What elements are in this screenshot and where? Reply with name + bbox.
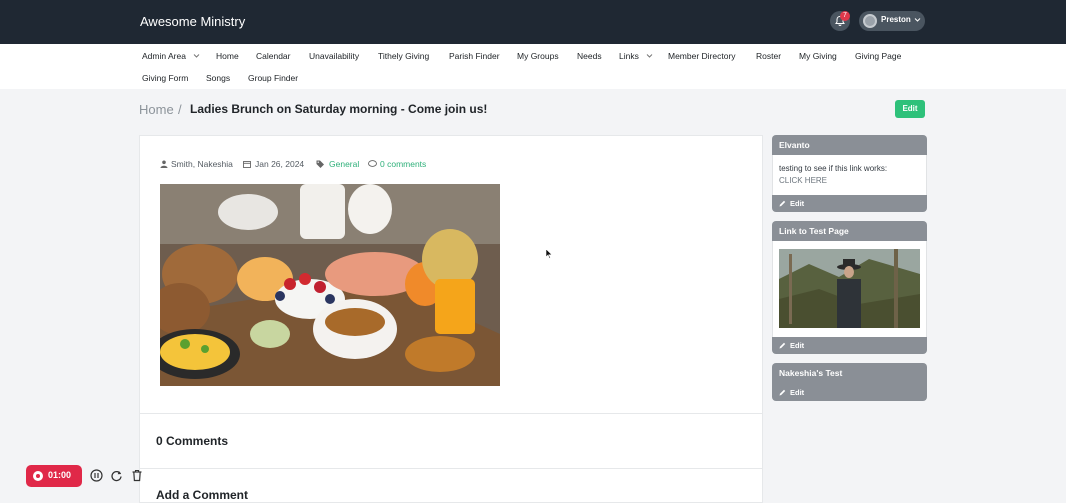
nav-item-needs[interactable]: Needs bbox=[577, 51, 602, 61]
brand-name[interactable]: Awesome Ministry bbox=[140, 14, 245, 29]
comments-icon bbox=[368, 160, 377, 167]
pencil-icon bbox=[779, 342, 786, 349]
chevron-down-icon[interactable] bbox=[646, 52, 653, 59]
widget-edit-button[interactable]: Edit bbox=[772, 337, 927, 354]
widget-edit-button[interactable]: Edit bbox=[772, 384, 927, 401]
widget-title: Elvanto bbox=[772, 135, 927, 155]
add-comment-heading: Add a Comment bbox=[156, 488, 249, 502]
nav-item-giving-page[interactable]: Giving Page bbox=[855, 51, 901, 61]
widget-body bbox=[772, 155, 927, 195]
pause-icon[interactable] bbox=[90, 469, 103, 482]
breadcrumb-home[interactable]: Home bbox=[139, 102, 174, 117]
nav-item-links[interactable]: Links bbox=[619, 51, 639, 61]
nav-item-songs[interactable]: Songs bbox=[206, 73, 230, 83]
mouse-cursor bbox=[545, 246, 553, 264]
pencil-icon bbox=[779, 389, 786, 396]
post-category-link[interactable]: General bbox=[329, 159, 359, 169]
widget-title: Nakeshia's Test bbox=[772, 363, 927, 385]
recording-indicator[interactable]: 01:00 bbox=[26, 465, 82, 487]
trash-icon[interactable] bbox=[131, 469, 143, 482]
post-image bbox=[160, 184, 500, 386]
nav-item-admin-area[interactable]: Admin Area bbox=[142, 51, 186, 61]
widget-image[interactable] bbox=[779, 249, 920, 328]
post-date: Jan 26, 2024 bbox=[255, 159, 305, 169]
user-icon bbox=[160, 160, 168, 168]
widget-edit-button[interactable]: Edit bbox=[772, 195, 927, 212]
calendar-icon bbox=[243, 161, 251, 168]
page-title: Ladies Brunch on Saturday morning - Come… bbox=[190, 102, 488, 116]
nav-item-home[interactable]: Home bbox=[216, 51, 239, 61]
nav-item-roster[interactable]: Roster bbox=[756, 51, 781, 61]
user-menu-button[interactable]: Preston bbox=[859, 11, 925, 31]
tags-icon bbox=[316, 160, 324, 168]
nav-item-my-groups[interactable]: My Groups bbox=[517, 51, 559, 61]
chevron-down-icon bbox=[914, 18, 921, 22]
widget-edit-label: Edit bbox=[790, 388, 805, 397]
widget-title: Link to Test Page bbox=[772, 221, 927, 241]
breadcrumb-separator: / bbox=[178, 102, 182, 117]
widget-edit-label: Edit bbox=[790, 341, 805, 350]
pencil-icon bbox=[779, 200, 786, 207]
restart-icon[interactable] bbox=[110, 469, 123, 482]
user-name: Preston bbox=[881, 15, 911, 24]
nav-item-my-giving[interactable]: My Giving bbox=[799, 51, 837, 61]
edit-page-button[interactable]: Edit bbox=[895, 100, 925, 118]
record-icon bbox=[33, 471, 43, 481]
chevron-down-icon[interactable] bbox=[193, 52, 200, 59]
nav-item-unavailability[interactable]: Unavailability bbox=[309, 51, 359, 61]
nav-item-parish-finder[interactable]: Parish Finder bbox=[449, 51, 500, 61]
post-comments-link[interactable]: 0 comments bbox=[380, 159, 426, 169]
recording-timer: 01:00 bbox=[48, 470, 72, 480]
widget-text: testing to see if this link works: bbox=[779, 164, 888, 173]
post-author: Smith, Nakeshia bbox=[171, 159, 233, 169]
widget-edit-label: Edit bbox=[790, 199, 805, 208]
avatar bbox=[863, 14, 877, 28]
nav-item-calendar[interactable]: Calendar bbox=[256, 51, 291, 61]
section-divider bbox=[139, 413, 763, 414]
nav-item-member-directory[interactable]: Member Directory bbox=[668, 51, 736, 61]
nav-item-tithely-giving[interactable]: Tithely Giving bbox=[378, 51, 429, 61]
nav-item-group-finder[interactable]: Group Finder bbox=[248, 73, 298, 83]
nav-item-giving-form[interactable]: Giving Form bbox=[142, 73, 188, 83]
comments-heading: 0 Comments bbox=[156, 434, 229, 448]
widget-link[interactable]: CLICK HERE bbox=[779, 176, 827, 185]
section-divider bbox=[139, 468, 763, 469]
notification-badge: 7 bbox=[840, 11, 850, 21]
